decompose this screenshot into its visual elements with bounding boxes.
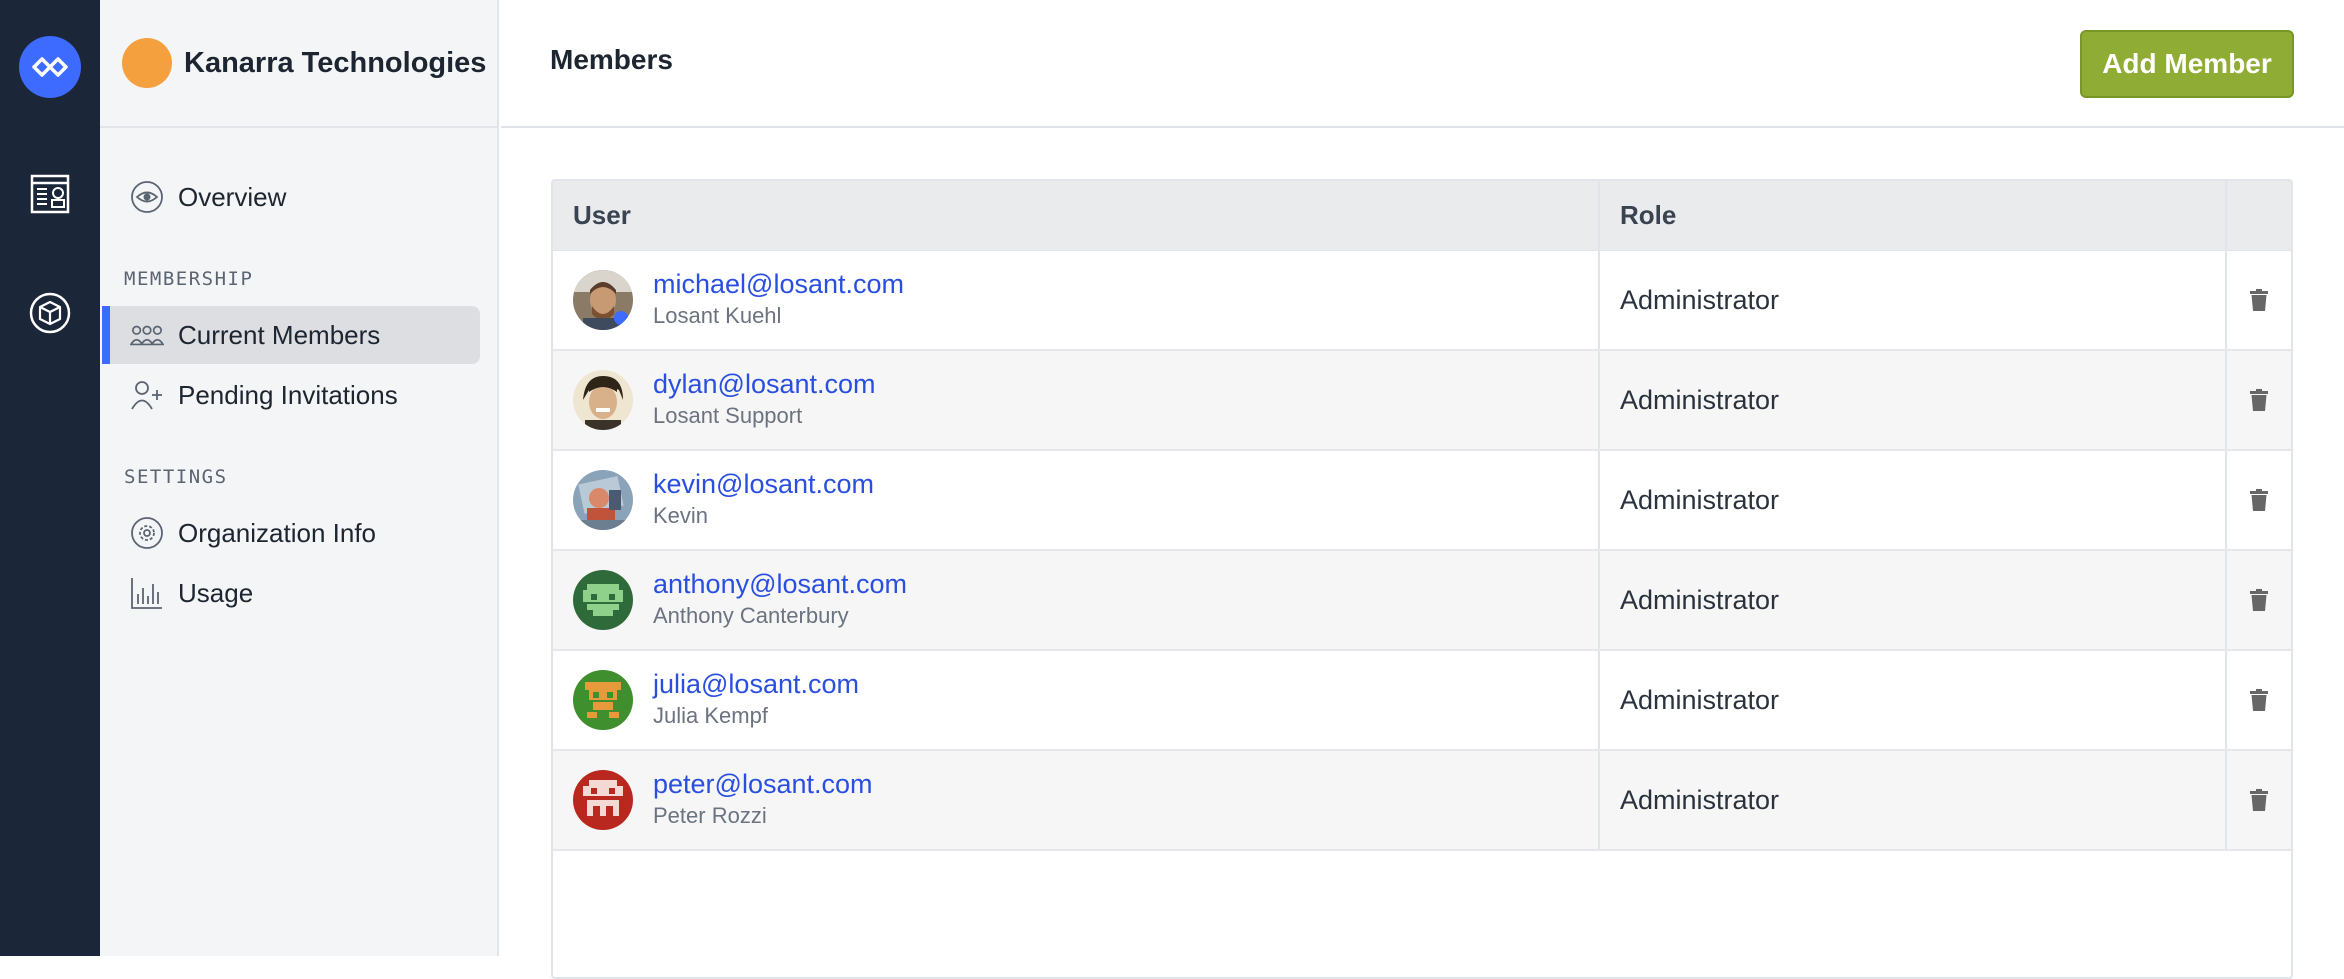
app-rail bbox=[0, 0, 100, 956]
add-member-button[interactable]: Add Member bbox=[2080, 30, 2294, 98]
delete-member-button[interactable] bbox=[2227, 551, 2291, 649]
member-email-link[interactable]: dylan@losant.com bbox=[653, 368, 876, 400]
sidebar-item-label: Pending Invitations bbox=[178, 379, 398, 410]
avatar bbox=[573, 670, 633, 730]
table-row: peter@losant.com Peter Rozzi Administrat… bbox=[553, 751, 2291, 851]
delete-member-button[interactable] bbox=[2227, 651, 2291, 749]
page-header: Members Add Member bbox=[501, 0, 2344, 128]
org-sidebar: Kanarra Technologies Overview MEMBERSHIP… bbox=[100, 0, 499, 956]
user-cell: kevin@losant.com Kevin bbox=[553, 451, 1600, 549]
trash-icon bbox=[2250, 789, 2268, 811]
avatar bbox=[573, 470, 633, 530]
add-person-icon bbox=[130, 378, 164, 412]
member-name: Losant Support bbox=[653, 403, 803, 428]
column-header-role[interactable]: Role bbox=[1600, 181, 2227, 250]
user-cell: dylan@losant.com Losant Support bbox=[553, 351, 1600, 449]
sidebar-item-usage[interactable]: Usage bbox=[102, 564, 480, 622]
org-header[interactable]: Kanarra Technologies bbox=[100, 0, 497, 128]
sidebar-item-label: Usage bbox=[178, 577, 254, 608]
table-row: julia@losant.com Julia Kempf Administrat… bbox=[553, 651, 2291, 751]
column-header-actions bbox=[2227, 181, 2291, 250]
delete-member-button[interactable] bbox=[2227, 451, 2291, 549]
avatar bbox=[573, 370, 633, 430]
people-icon bbox=[130, 318, 164, 352]
dashboard-icon[interactable] bbox=[28, 172, 72, 216]
trash-icon bbox=[2250, 389, 2268, 411]
member-email-link[interactable]: kevin@losant.com bbox=[653, 468, 874, 500]
sidebar-item-pending-invitations[interactable]: Pending Invitations bbox=[102, 366, 480, 424]
trash-icon bbox=[2250, 689, 2268, 711]
table-row: anthony@losant.com Anthony Canterbury Ad… bbox=[553, 551, 2291, 651]
losant-logo-icon[interactable] bbox=[19, 36, 81, 98]
table-header: User Role bbox=[553, 181, 2291, 251]
sidebar-item-label: Overview bbox=[178, 181, 287, 212]
delete-member-button[interactable] bbox=[2227, 251, 2291, 349]
trash-icon bbox=[2250, 589, 2268, 611]
member-name: Julia Kempf bbox=[653, 703, 768, 728]
page-title: Members bbox=[550, 44, 673, 75]
sidebar-item-current-members[interactable]: Current Members bbox=[102, 306, 480, 364]
member-email-link[interactable]: anthony@losant.com bbox=[653, 568, 907, 600]
bar-chart-icon bbox=[130, 576, 164, 610]
table-row: kevin@losant.com Kevin Administrator bbox=[553, 451, 2291, 551]
user-cell: peter@losant.com Peter Rozzi bbox=[553, 751, 1600, 849]
cube-icon[interactable] bbox=[28, 291, 72, 335]
member-name: Kevin bbox=[653, 503, 709, 528]
eye-icon bbox=[130, 180, 164, 214]
avatar bbox=[573, 770, 633, 830]
avatar bbox=[573, 570, 633, 630]
section-heading-membership: MEMBERSHIP bbox=[124, 268, 254, 290]
trash-icon bbox=[2250, 289, 2268, 311]
gear-icon bbox=[130, 516, 164, 550]
role-cell: Administrator bbox=[1600, 451, 2227, 549]
role-cell: Administrator bbox=[1600, 351, 2227, 449]
user-cell: julia@losant.com Julia Kempf bbox=[553, 651, 1600, 749]
role-cell: Administrator bbox=[1600, 751, 2227, 849]
sidebar-item-overview[interactable]: Overview bbox=[102, 168, 480, 226]
section-heading-settings: SETTINGS bbox=[124, 466, 228, 488]
member-name: Peter Rozzi bbox=[653, 803, 767, 828]
org-avatar bbox=[122, 38, 172, 88]
avatar bbox=[573, 270, 633, 330]
members-table: User Role michael@losant.com Losant Kueh… bbox=[551, 179, 2293, 979]
org-name: Kanarra Technologies bbox=[184, 46, 487, 79]
sidebar-item-organization-info[interactable]: Organization Info bbox=[102, 504, 480, 562]
member-email-link[interactable]: julia@losant.com bbox=[653, 668, 859, 700]
role-cell: Administrator bbox=[1600, 651, 2227, 749]
member-name: Losant Kuehl bbox=[653, 303, 782, 328]
delete-member-button[interactable] bbox=[2227, 751, 2291, 849]
delete-member-button[interactable] bbox=[2227, 351, 2291, 449]
column-header-user[interactable]: User bbox=[553, 181, 1600, 250]
role-cell: Administrator bbox=[1600, 551, 2227, 649]
member-email-link[interactable]: peter@losant.com bbox=[653, 768, 873, 800]
sidebar-item-label: Current Members bbox=[178, 319, 381, 350]
user-cell: anthony@losant.com Anthony Canterbury bbox=[553, 551, 1600, 649]
member-name: Anthony Canterbury bbox=[653, 603, 849, 628]
table-row: michael@losant.com Losant Kuehl Administ… bbox=[553, 251, 2291, 351]
role-cell: Administrator bbox=[1600, 251, 2227, 349]
trash-icon bbox=[2250, 489, 2268, 511]
table-row: dylan@losant.com Losant Support Administ… bbox=[553, 351, 2291, 451]
sidebar-item-label: Organization Info bbox=[178, 517, 377, 548]
member-email-link[interactable]: michael@losant.com bbox=[653, 268, 904, 300]
user-cell: michael@losant.com Losant Kuehl bbox=[553, 251, 1600, 349]
